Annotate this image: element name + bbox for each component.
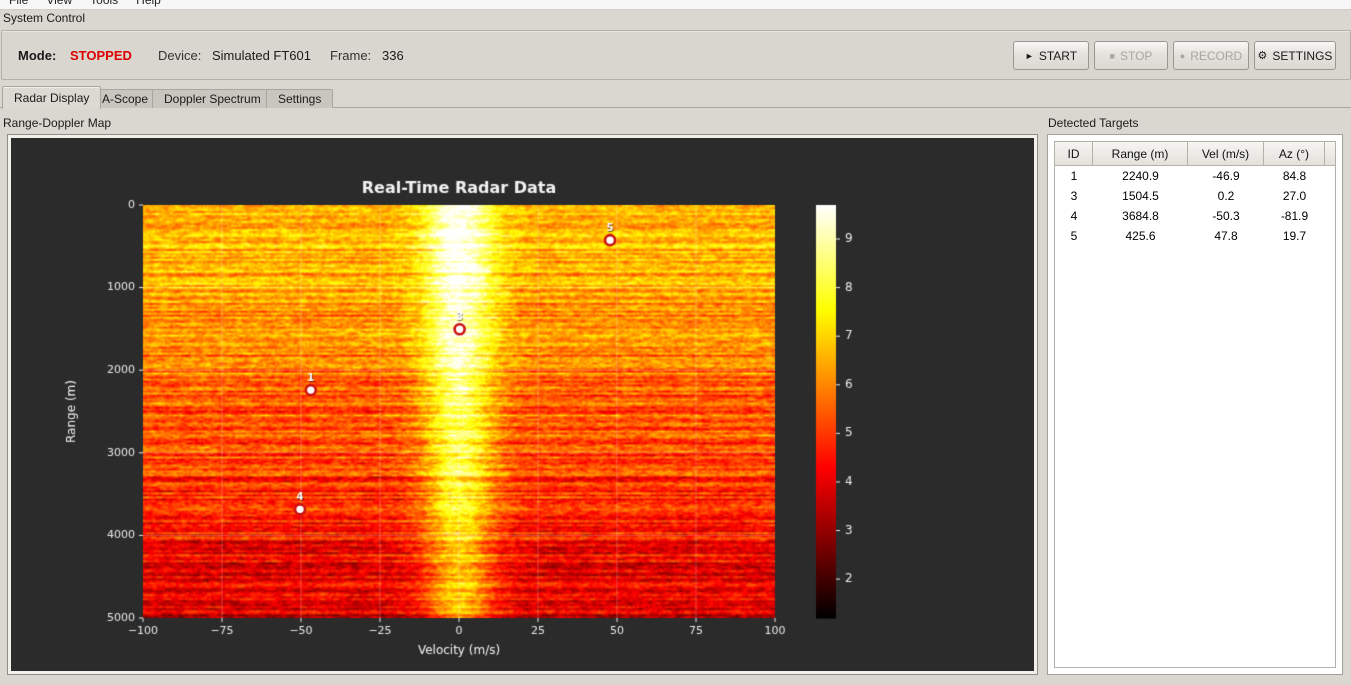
- tab-radar-display[interactable]: Radar Display: [2, 86, 102, 109]
- range-doppler-map-panel: [7, 134, 1038, 675]
- header-filler: [1325, 142, 1335, 166]
- range-doppler-heatmap-canvas: [11, 138, 1034, 671]
- menu-bar: File View Tools Help: [0, 0, 1351, 10]
- table-row[interactable]: 1 2240.9 -46.9 84.8: [1055, 166, 1335, 186]
- range-doppler-map-label: Range-Doppler Map: [3, 116, 112, 130]
- device-value: Simulated FT601: [212, 48, 311, 63]
- table-row[interactable]: 4 3684.8 -50.3 -81.9: [1055, 206, 1335, 226]
- table-row[interactable]: 5 425.6 47.8 19.7: [1055, 226, 1335, 246]
- menu-file[interactable]: File: [0, 0, 37, 7]
- record-button[interactable]: ● RECORD: [1173, 41, 1249, 70]
- header-id[interactable]: ID: [1055, 142, 1093, 166]
- play-icon: ►: [1024, 50, 1034, 61]
- menu-view[interactable]: View: [37, 0, 81, 7]
- targets-table-header: ID Range (m) Vel (m/s) Az (°): [1055, 142, 1335, 166]
- header-vel[interactable]: Vel (m/s): [1188, 142, 1264, 166]
- table-row[interactable]: 3 1504.5 0.2 27.0: [1055, 186, 1335, 206]
- menu-help[interactable]: Help: [127, 0, 170, 7]
- tab-settings[interactable]: Settings: [266, 89, 334, 108]
- settings-button[interactable]: ⚙ SETTINGS: [1254, 41, 1336, 70]
- device-label: Device:: [158, 48, 202, 63]
- stop-icon: ■: [1109, 50, 1115, 61]
- tab-doppler-spectrum[interactable]: Doppler Spectrum: [152, 89, 273, 108]
- menu-tools[interactable]: Tools: [81, 0, 127, 7]
- stop-button[interactable]: ■ STOP: [1094, 41, 1168, 70]
- mode-status-value: STOPPED: [70, 48, 132, 63]
- system-control-group-label: System Control: [3, 11, 86, 25]
- start-button[interactable]: ► START: [1013, 41, 1089, 70]
- record-icon: ●: [1179, 50, 1186, 61]
- targets-table: ID Range (m) Vel (m/s) Az (°) 1 2240.9 -…: [1054, 141, 1336, 668]
- mode-label: Mode:: [18, 48, 57, 63]
- detected-targets-panel: ID Range (m) Vel (m/s) Az (°) 1 2240.9 -…: [1047, 134, 1343, 675]
- header-az[interactable]: Az (°): [1264, 142, 1325, 166]
- gear-icon: ⚙: [1257, 50, 1268, 62]
- frame-counter-value: 336: [382, 48, 404, 63]
- detected-targets-label: Detected Targets: [1048, 116, 1139, 130]
- header-range[interactable]: Range (m): [1093, 142, 1188, 166]
- frame-label: Frame:: [330, 48, 372, 63]
